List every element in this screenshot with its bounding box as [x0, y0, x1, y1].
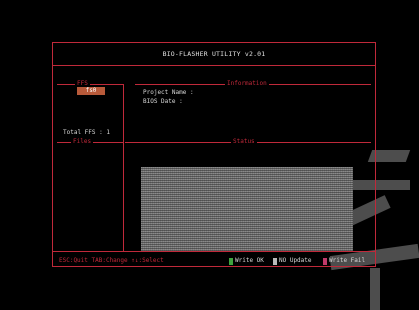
total-ffs-count: Total FFS : 1 [63, 129, 110, 136]
write-ok-label: Write OK [235, 257, 264, 264]
write-fail-label: Write Fail [329, 257, 366, 264]
legend-write-ok: Write OK [229, 257, 264, 265]
write-ok-swatch [229, 257, 233, 265]
information-section-label: Information [225, 80, 269, 88]
project-name-label: Project Name : [143, 89, 194, 96]
write-fail-swatch [323, 257, 327, 265]
footer-divider [53, 251, 375, 252]
no-update-label: NO Update [279, 257, 312, 264]
flasher-window: BIO-FLASHER UTILITY v2.01 FFS fs0 Total … [52, 42, 376, 267]
window-title: BIO-FLASHER UTILITY v2.01 [162, 50, 266, 58]
legend-no-update: NO Update [273, 257, 312, 265]
files-section-label: Files [71, 138, 94, 146]
keyboard-hints: ESC:Quit TAB:Change ↑↓:Select [59, 257, 164, 264]
status-section-label: Status [231, 138, 257, 146]
filesystem-tag[interactable]: fs0 [77, 87, 105, 95]
ffs-top-border [57, 84, 123, 85]
panel-divider [123, 84, 124, 251]
title-divider [53, 65, 375, 66]
status-block-grid [141, 167, 353, 251]
bios-date-label: BIOS Date : [143, 98, 183, 105]
no-update-swatch [273, 257, 277, 265]
legend-write-fail: Write Fail [323, 257, 365, 265]
